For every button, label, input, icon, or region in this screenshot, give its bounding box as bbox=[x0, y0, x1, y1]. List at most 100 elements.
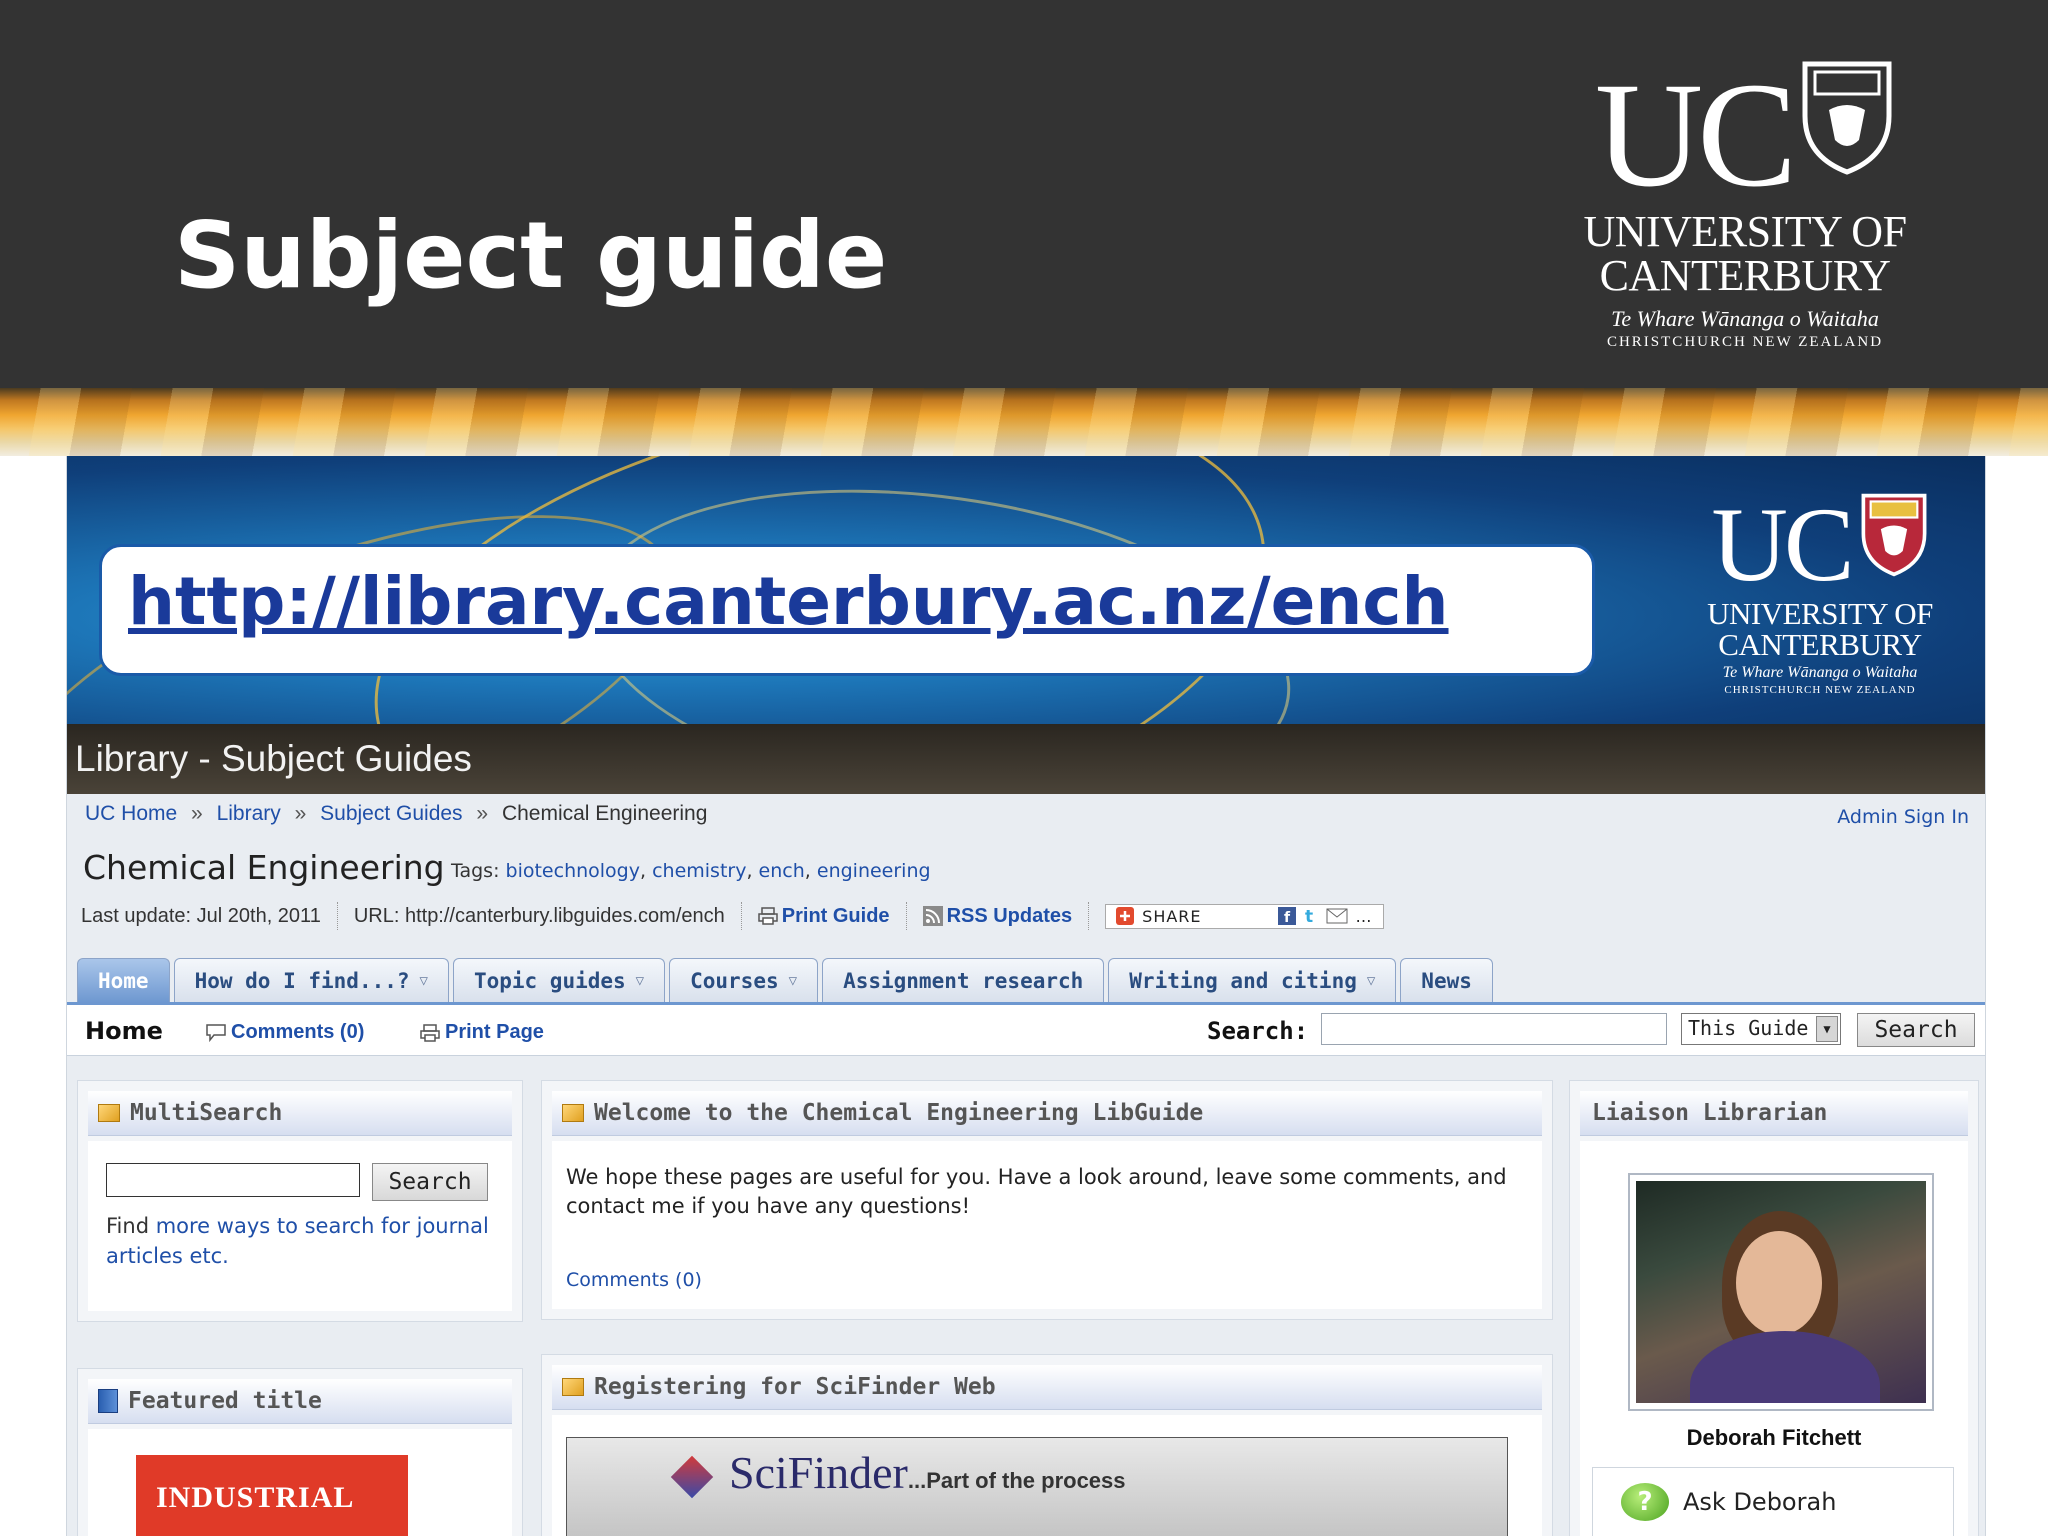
banner-crest-icon bbox=[1861, 493, 1927, 577]
page-title: Chemical Engineering bbox=[83, 848, 445, 887]
more-ways-to-search-link[interactable]: more ways to search for journal articles… bbox=[106, 1214, 489, 1268]
search-scope-select[interactable]: This Guide ▼ bbox=[1681, 1013, 1841, 1045]
tab-news[interactable]: News bbox=[1400, 958, 1493, 1003]
gold-band bbox=[0, 388, 2048, 456]
book-cover-text: INDUSTRIAL bbox=[156, 1481, 355, 1514]
tab-how-do-i-find[interactable]: How do I find...? ▽ bbox=[173, 958, 449, 1003]
multisearch-button[interactable]: Search bbox=[372, 1163, 488, 1201]
admin-sign-in-link[interactable]: Admin Sign In bbox=[1837, 806, 1969, 828]
guide-tabs: Home How do I find...? ▽ Topic guides ▽ Co… bbox=[77, 958, 1493, 1004]
tab-assignment-research[interactable]: Assignment research bbox=[822, 958, 1105, 1003]
librarian-name: Deborah Fitchett bbox=[1686, 1425, 1862, 1450]
tab-home[interactable]: Home bbox=[77, 958, 170, 1003]
ask-librarian-button[interactable]: ? Ask Deborah bbox=[1592, 1467, 1954, 1536]
scifinder-body: SciFinder...Part of the process bbox=[552, 1415, 1542, 1536]
multisearch-body: Search Find more ways to search for jour… bbox=[88, 1141, 512, 1311]
comment-icon bbox=[206, 1023, 226, 1042]
featured-title-label: Featured title bbox=[128, 1388, 322, 1414]
subnav-print-page-label: Print Page bbox=[445, 1021, 544, 1043]
breadcrumb-library[interactable]: Library bbox=[217, 802, 281, 825]
uc-logo: UC UNIVERSITY OF CANTERBURY Te Whare Wān… bbox=[1580, 60, 1910, 351]
scifinder-video[interactable]: SciFinder...Part of the process bbox=[566, 1437, 1508, 1536]
tag-engineering[interactable]: engineering bbox=[817, 860, 931, 882]
subnav-comments-label: Comments (0) bbox=[231, 1021, 365, 1043]
tab-label: Topic guides bbox=[473, 969, 626, 993]
share-plus-icon bbox=[1116, 907, 1135, 925]
book-icon bbox=[98, 1389, 118, 1413]
guide-search-input[interactable] bbox=[1321, 1013, 1667, 1045]
tab-label: Assignment research bbox=[843, 969, 1084, 993]
uc-logo-line1: UNIVERSITY OF bbox=[1583, 207, 1907, 256]
uc-logo-letters: UC bbox=[1594, 52, 1797, 218]
subnav-comments[interactable]: Comments (0) bbox=[205, 1021, 364, 1044]
multisearch-input[interactable] bbox=[106, 1163, 360, 1197]
facebook-icon[interactable]: f bbox=[1277, 907, 1296, 925]
featured-title-body: INDUSTRIAL bbox=[88, 1429, 512, 1536]
scifinder-title: Registering for SciFinder Web bbox=[594, 1374, 996, 1400]
welcome-title: Welcome to the Chemical Engineering LibG… bbox=[594, 1100, 1204, 1126]
chevron-down-icon: ▽ bbox=[788, 973, 798, 989]
liaison-librarian-body: Deborah Fitchett ? Ask Deborah bbox=[1580, 1141, 1968, 1536]
library-header: Library - Subject Guides bbox=[67, 724, 1985, 794]
tab-writing-and-citing[interactable]: Writing and citing ▽ bbox=[1108, 958, 1397, 1003]
liaison-librarian-title: Liaison Librarian bbox=[1592, 1100, 1828, 1126]
chevron-down-icon: ▽ bbox=[635, 973, 645, 989]
guide-search-button[interactable]: Search bbox=[1857, 1013, 1975, 1047]
rss-updates-link[interactable]: RSS Updates bbox=[947, 905, 1073, 928]
welcome-body: We hope these pages are useful for you. … bbox=[552, 1141, 1542, 1309]
ask-librarian-label: Ask Deborah bbox=[1683, 1488, 1837, 1516]
tab-label: News bbox=[1421, 969, 1472, 993]
search-label: Search: bbox=[1207, 1017, 1309, 1045]
guide-url-text: URL: http://canterbury.libguides.com/enc… bbox=[338, 902, 742, 930]
svg-text:f: f bbox=[1284, 910, 1291, 925]
tags: Tags: biotechnology, chemistry, ench, en… bbox=[451, 860, 931, 882]
tab-label: Writing and citing bbox=[1129, 969, 1357, 993]
scifinder-box: Registering for SciFinder Web SciFinder.… bbox=[541, 1354, 1553, 1536]
featured-title-box: Featured title INDUSTRIAL bbox=[77, 1368, 523, 1536]
liaison-librarian-header: Liaison Librarian bbox=[1580, 1091, 1968, 1136]
welcome-comments-link[interactable]: Comments (0) bbox=[566, 1269, 702, 1291]
banner-uc-maori: Te Whare Wānanga o Waitaha bbox=[1722, 664, 1918, 681]
banner-uc-line2: CANTERBURY bbox=[1718, 627, 1922, 662]
tab-topic-guides[interactable]: Topic guides ▽ bbox=[452, 958, 666, 1003]
multisearch-header: MultiSearch bbox=[88, 1091, 512, 1136]
sub-navigation: Home Comments (0) Print Page Search: Thi… bbox=[67, 1005, 1985, 1056]
uc-logo-line2: CANTERBURY bbox=[1599, 251, 1891, 300]
breadcrumb: UC Home » Library » Subject Guides » Che… bbox=[85, 802, 707, 826]
banner-uc-letters: UC bbox=[1711, 486, 1854, 603]
guide-url-link[interactable]: http://library.canterbury.ac.nz/ench bbox=[128, 563, 1449, 640]
search-scope-value: This Guide bbox=[1688, 1016, 1809, 1040]
svg-text:t: t bbox=[1305, 907, 1314, 925]
uc-logo-city: CHRISTCHURCH NEW ZEALAND bbox=[1606, 334, 1884, 350]
tag-ench[interactable]: ench bbox=[759, 860, 805, 882]
breadcrumb-subject-guides[interactable]: Subject Guides bbox=[320, 802, 462, 825]
printer-icon bbox=[420, 1023, 440, 1042]
printer-icon bbox=[758, 907, 778, 925]
chevron-down-icon: ▽ bbox=[419, 973, 428, 989]
rss-feed-icon bbox=[922, 906, 943, 926]
welcome-header: Welcome to the Chemical Engineering LibG… bbox=[552, 1091, 1542, 1136]
scifinder-logo-icon bbox=[670, 1455, 714, 1499]
tab-courses[interactable]: Courses ▽ bbox=[669, 958, 819, 1003]
chevron-down-icon: ▽ bbox=[1366, 973, 1376, 989]
breadcrumb-sep: » bbox=[191, 802, 203, 825]
banner-uc-line1: UNIVERSITY OF bbox=[1707, 596, 1933, 631]
breadcrumb-uc-home[interactable]: UC Home bbox=[85, 802, 177, 825]
dropdown-arrow-icon: ▼ bbox=[1816, 1016, 1838, 1042]
welcome-box: Welcome to the Chemical Engineering LibG… bbox=[541, 1080, 1553, 1320]
print-guide-link[interactable]: Print Guide bbox=[782, 905, 890, 928]
twitter-icon[interactable]: t bbox=[1304, 907, 1318, 925]
librarian-photo bbox=[1628, 1173, 1934, 1411]
box-feed-icon bbox=[562, 1378, 584, 1396]
share-button[interactable]: SHARE f t … bbox=[1105, 903, 1384, 929]
email-icon[interactable] bbox=[1326, 908, 1348, 924]
tag-chemistry[interactable]: chemistry bbox=[652, 860, 746, 882]
print-guide-item: Print Guide bbox=[742, 902, 907, 930]
tags-label: Tags: bbox=[451, 860, 500, 882]
book-cover[interactable]: INDUSTRIAL bbox=[136, 1455, 408, 1536]
tag-biotechnology[interactable]: biotechnology bbox=[506, 860, 640, 882]
crest-icon bbox=[1802, 61, 1892, 175]
guide-meta: Last update: Jul 20th, 2011 URL: http://… bbox=[81, 902, 1400, 930]
subnav-print-page[interactable]: Print Page bbox=[419, 1021, 544, 1044]
scifinder-header: Registering for SciFinder Web bbox=[552, 1365, 1542, 1410]
